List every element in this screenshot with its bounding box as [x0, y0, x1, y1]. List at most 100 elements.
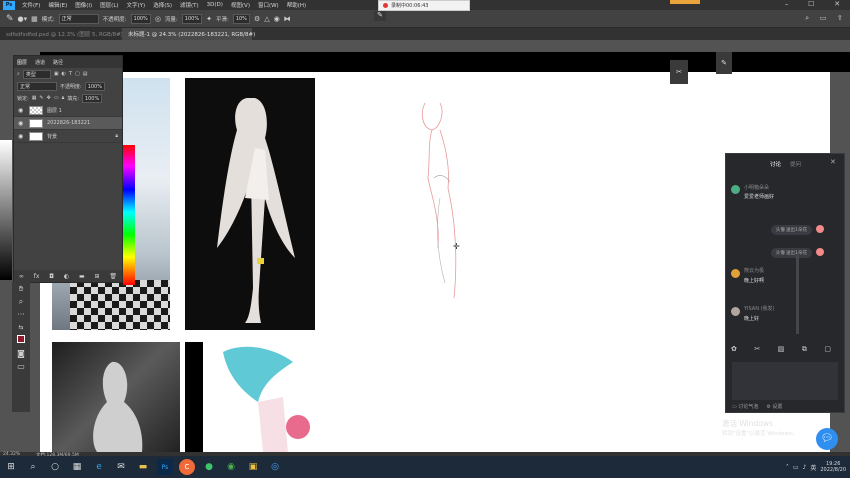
network-icon[interactable]: ▭	[793, 464, 799, 471]
menu-image[interactable]: 图像(I)	[71, 1, 96, 9]
lock-move-icon[interactable]: ✥	[47, 95, 51, 101]
angle-icon[interactable]: △	[264, 15, 269, 23]
layer-row-3[interactable]: ◉ 背景 🔒︎	[14, 130, 122, 143]
link-layers-icon[interactable]: ∞	[19, 273, 24, 280]
filter-shape-icon[interactable]: ▢	[75, 71, 80, 77]
group-icon[interactable]: ▬	[79, 273, 85, 280]
bubble-setting[interactable]: ▭ 讨论气泡	[732, 403, 758, 410]
menu-layer[interactable]: 图层(L)	[96, 1, 122, 9]
menu-type[interactable]: 文字(Y)	[123, 1, 150, 9]
comment-icon[interactable]: ▢	[824, 345, 831, 355]
screenshot-icon[interactable]: ⧉	[802, 345, 807, 355]
workspace-icon[interactable]: ▭	[820, 14, 827, 24]
filter-text-icon[interactable]: T	[69, 71, 72, 77]
hand-tool-icon[interactable]: ✋︎	[14, 283, 28, 295]
file-explorer-icon[interactable]: ▦	[69, 459, 85, 475]
smooth-field[interactable]: 10%	[232, 13, 250, 24]
photoshop-taskbar-icon[interactable]: Ps	[157, 459, 173, 475]
menu-window[interactable]: 窗口(W)	[254, 1, 283, 9]
layer-kind-select[interactable]: 类型	[22, 69, 51, 79]
image-icon[interactable]: ▨	[778, 345, 785, 355]
filter-pixel-icon[interactable]: ▣	[54, 71, 59, 77]
zoom-tool-icon[interactable]: ⌕	[14, 296, 28, 308]
maximize-icon[interactable]: ☐	[808, 0, 814, 10]
brush-preset-icon[interactable]: ●▾	[18, 15, 28, 23]
lock-all-icon[interactable]: 🔒︎	[62, 95, 65, 101]
visibility-eye-icon[interactable]: ◉	[18, 120, 25, 127]
visibility-eye-icon[interactable]: ◉	[18, 133, 25, 140]
clock[interactable]: 19:26 2022/8/20	[820, 461, 846, 473]
swap-colors-icon[interactable]: ⇆	[14, 322, 28, 334]
menu-edit[interactable]: 编辑(E)	[44, 1, 71, 9]
smoothing-options-icon[interactable]: ⚙	[254, 15, 260, 23]
pressure-size-icon[interactable]: ◉	[274, 15, 280, 23]
chat-input[interactable]	[732, 362, 838, 400]
filter-smart-icon[interactable]: ▤	[83, 71, 88, 77]
close-icon[interactable]: ✕	[834, 0, 840, 10]
chat-bubble-icon[interactable]: 💬︎	[816, 428, 838, 450]
brush-panel-icon[interactable]: ✎	[716, 52, 732, 74]
tab-layers[interactable]: 图层	[17, 59, 27, 66]
cut-tool-icon[interactable]: ✂	[670, 60, 688, 84]
more-tools-icon[interactable]: ···	[14, 309, 28, 321]
chat-scrollbar[interactable]	[796, 254, 799, 334]
tab-paths[interactable]: 路径	[53, 59, 63, 66]
quick-mask-icon[interactable]: ◙	[14, 348, 28, 360]
app-blue-icon[interactable]: ◎	[267, 459, 283, 475]
flow-field[interactable]: 100%	[181, 13, 203, 24]
app-c-icon[interactable]: C	[179, 459, 195, 475]
layer-opacity-field[interactable]: 100%	[84, 81, 105, 91]
share-icon[interactable]: ⇪	[837, 14, 843, 24]
menu-help[interactable]: 帮助(H)	[283, 1, 310, 9]
task-view-icon[interactable]: ○	[47, 459, 63, 475]
new-layer-icon[interactable]: ⊞	[94, 273, 99, 280]
lock-transparent-icon[interactable]: ▦	[32, 95, 37, 101]
ime-indicator[interactable]: 英	[810, 463, 816, 472]
flower-send-icon[interactable]: ✿	[731, 345, 737, 355]
tab-channels[interactable]: 通道	[35, 59, 45, 66]
tray-up-icon[interactable]: ˄	[786, 464, 789, 471]
delete-layer-icon[interactable]: 🗑︎	[109, 273, 117, 280]
search-icon[interactable]: ⌕	[25, 459, 41, 475]
menu-3d[interactable]: 3D(D)	[203, 2, 227, 8]
mail-icon[interactable]: ✉	[113, 459, 129, 475]
menu-file[interactable]: 文件(F)	[18, 1, 44, 9]
settings-link[interactable]: ⚙ 设置	[766, 403, 782, 410]
app-multi-icon[interactable]: ▣	[245, 459, 261, 475]
brush-float-icon[interactable]: ✎	[374, 11, 386, 21]
layer-row-2[interactable]: ◉ 2022826-183221	[14, 117, 122, 130]
lock-paint-icon[interactable]: ✎	[39, 95, 43, 101]
tab-discussion[interactable]: 讨论	[770, 160, 781, 168]
visibility-eye-icon[interactable]: ◉	[18, 107, 25, 114]
foreground-color-swatch[interactable]	[14, 335, 28, 347]
volume-icon[interactable]: ♪	[803, 464, 807, 471]
saturation-strip[interactable]	[0, 140, 12, 280]
scissors-icon[interactable]: ✂	[754, 345, 760, 355]
symmetry-icon[interactable]: ⧓	[284, 15, 291, 23]
tab-document-1[interactable]: sdfsdfsdfsd.psd @ 12.3% (图层 5, RGB/8#)	[0, 28, 123, 40]
fill-field[interactable]: 100%	[81, 93, 103, 103]
edge-icon[interactable]: e	[91, 459, 107, 475]
adjustment-icon[interactable]: ◐	[64, 273, 69, 280]
lock-artboard-icon[interactable]: ▭	[54, 95, 59, 101]
wechat-icon[interactable]: ●	[201, 459, 217, 475]
filter-adjust-icon[interactable]: ◐	[62, 71, 66, 77]
mask-icon[interactable]: ◘	[49, 273, 54, 280]
app-green-icon[interactable]: ◉	[223, 459, 239, 475]
windows-start-icon[interactable]: ⊞	[3, 459, 19, 475]
brush-settings-icon[interactable]: ▦	[31, 15, 38, 23]
mode-select[interactable]: 正常	[58, 13, 99, 24]
tab-document-2[interactable]: 未标题-1 @ 24.3% (2022826-183221, RGB/8#)	[122, 28, 255, 40]
menu-filter[interactable]: 滤镜(T)	[176, 1, 203, 9]
brush-tool-icon[interactable]: ✎	[6, 14, 14, 24]
folder-icon[interactable]: ▬	[135, 459, 151, 475]
layer-row-1[interactable]: ◉ 图层 1	[14, 104, 122, 117]
minimize-icon[interactable]: –	[785, 0, 789, 10]
fx-icon[interactable]: fx	[34, 273, 40, 280]
airbrush-icon[interactable]: ✦	[206, 15, 212, 23]
menu-view[interactable]: 视图(V)	[227, 1, 254, 9]
screen-mode-icon[interactable]: ▭	[14, 361, 28, 373]
opacity-field[interactable]: 100%	[130, 13, 151, 24]
chat-close-icon[interactable]: ✕	[830, 158, 836, 166]
pressure-opacity-icon[interactable]: ◎	[155, 15, 161, 23]
